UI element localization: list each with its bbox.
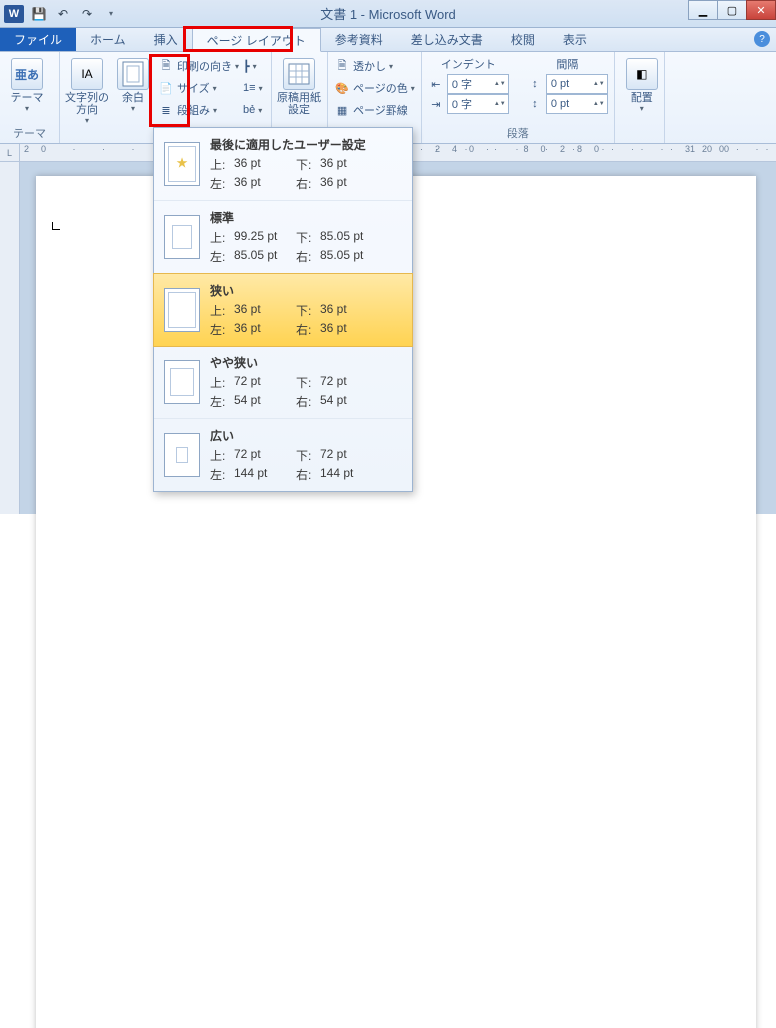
- group-arrange: ◧ 配置 ▾: [615, 52, 665, 143]
- preset-thumb-icon: [164, 142, 200, 186]
- tab-home[interactable]: ホーム: [76, 28, 140, 51]
- chevron-down-icon: ▾: [85, 116, 89, 125]
- margin-preset-narrow[interactable]: 狭い 上:36 pt 下:36 pt 左:36 pt 右:36 pt: [153, 273, 413, 347]
- redo-icon[interactable]: ↷: [76, 4, 98, 24]
- page-color-button[interactable]: 🎨ページの色 ▾: [334, 78, 415, 98]
- close-button[interactable]: ✕: [746, 0, 776, 20]
- window-title: 文書 1 - Microsoft Word: [320, 4, 456, 23]
- indent-heading: インデント: [428, 54, 509, 74]
- arrange-button[interactable]: ◧ 配置 ▾: [621, 54, 663, 113]
- manuscript-button[interactable]: 原稿用紙 設定: [278, 54, 320, 116]
- group-label-paragraph: 段落: [428, 125, 608, 143]
- hyphenation-button[interactable]: bẻ ▾: [243, 100, 265, 120]
- qat-customize-icon[interactable]: ▾: [100, 4, 122, 24]
- margin-preset-moderate[interactable]: やや狭い 上:72 pt 下:72 pt 左:54 pt 右:54 pt: [154, 346, 412, 419]
- spacing-heading: 間隔: [527, 54, 608, 74]
- ruler-corner: L: [0, 144, 20, 161]
- tab-view[interactable]: 表示: [549, 28, 601, 51]
- stepper-icon[interactable]: ▲▼: [494, 81, 504, 87]
- page-borders-button[interactable]: ▦ページ罫線: [334, 100, 415, 120]
- text-direction-icon: IA: [71, 58, 103, 90]
- watermark-button[interactable]: 🗎透かし ▾: [334, 56, 415, 76]
- maximize-button[interactable]: ▢: [717, 0, 747, 20]
- group-paragraph: インデント ⇤0 字▲▼ ⇥0 字▲▼ 間隔 ↕0 pt▲▼ ↕0 pt▲▼ 段…: [422, 52, 615, 143]
- preset-title: やや狭い: [210, 354, 402, 371]
- margin-preset-normal[interactable]: 標準 上:99.25 pt 下:85.05 pt 左:85.05 pt 右:85…: [154, 201, 412, 274]
- manuscript-icon: [283, 58, 315, 90]
- margins-icon: [117, 58, 149, 90]
- columns-button[interactable]: ≣段組み ▾: [158, 100, 239, 120]
- preset-title: 広い: [210, 427, 402, 444]
- indent-right-icon: ⇥: [428, 96, 444, 112]
- breaks-button[interactable]: ┣ ▾: [243, 56, 265, 76]
- preset-thumb-icon: [164, 288, 200, 332]
- tab-references[interactable]: 参考資料: [321, 28, 397, 51]
- line-numbers-button[interactable]: 1≡ ▾: [243, 78, 265, 98]
- word-app-icon: W: [4, 5, 24, 23]
- tab-insert[interactable]: 挿入: [140, 28, 192, 51]
- chevron-down-icon: ▾: [131, 104, 135, 113]
- chevron-down-icon: ▾: [640, 104, 644, 113]
- stepper-icon[interactable]: ▲▼: [593, 81, 603, 87]
- page-setup-small-commands: 🗎印刷の向き ▾ 📄サイズ ▾ ≣段組み ▾: [158, 54, 239, 125]
- size-icon: 📄: [158, 80, 174, 96]
- undo-icon[interactable]: ↶: [52, 4, 74, 24]
- preset-thumb-icon: [164, 433, 200, 477]
- space-after-input[interactable]: 0 pt▲▼: [546, 94, 608, 114]
- tab-page-layout[interactable]: ページ レイアウト: [192, 28, 321, 52]
- margin-preset-wide[interactable]: 広い 上:72 pt 下:72 pt 左:144 pt 右:144 pt: [154, 419, 412, 491]
- stepper-icon[interactable]: ▲▼: [494, 101, 504, 107]
- orientation-button[interactable]: 🗎印刷の向き ▾: [158, 56, 239, 76]
- margin-preset-last-custom[interactable]: 最後に適用したユーザー設定 上:36 pt 下:36 pt 左:36 pt 右:…: [154, 128, 412, 201]
- ribbon-tabs: ファイル ホーム 挿入 ページ レイアウト 参考資料 差し込み文書 校閲 表示 …: [0, 28, 776, 52]
- indent-right-input[interactable]: 0 字▲▼: [447, 94, 509, 114]
- chevron-down-icon: ▾: [25, 104, 29, 113]
- preset-thumb-icon: [164, 360, 200, 404]
- minimize-button[interactable]: ▁: [688, 0, 718, 20]
- group-themes: 亜あ テーマ ▾ テーマ: [0, 52, 60, 143]
- title-bar: W 💾 ↶ ↷ ▾ 文書 1 - Microsoft Word ▁ ▢ ✕: [0, 0, 776, 28]
- group-label-arrange: [621, 129, 658, 143]
- help-icon[interactable]: ?: [754, 31, 770, 47]
- preset-title: 標準: [210, 209, 402, 226]
- themes-button[interactable]: 亜あ テーマ ▾: [6, 54, 48, 113]
- themes-icon: 亜あ: [11, 58, 43, 90]
- tab-review[interactable]: 校閲: [497, 28, 549, 51]
- preset-title: 最後に適用したユーザー設定: [210, 136, 402, 153]
- margins-button[interactable]: 余白 ▾: [112, 54, 154, 125]
- save-icon[interactable]: 💾: [28, 4, 50, 24]
- page-border-icon: ▦: [334, 102, 350, 118]
- text-cursor-marker: [52, 222, 60, 230]
- ruler-right-marks: ·240· · ·280· · ·320· · ·360· · ·400· · …: [420, 144, 776, 154]
- columns-icon: ≣: [158, 102, 174, 118]
- window-controls: ▁ ▢ ✕: [689, 0, 776, 20]
- margins-dropdown-menu: 最後に適用したユーザー設定 上:36 pt 下:36 pt 左:36 pt 右:…: [153, 127, 413, 492]
- indent-left-input[interactable]: 0 字▲▼: [447, 74, 509, 94]
- vertical-ruler[interactable]: [0, 162, 20, 514]
- space-before-icon: ↕: [527, 76, 543, 92]
- arrange-icon: ◧: [626, 58, 658, 90]
- page-color-icon: 🎨: [334, 80, 350, 96]
- tab-file[interactable]: ファイル: [0, 28, 76, 51]
- quick-access-toolbar: 💾 ↶ ↷ ▾: [28, 4, 122, 24]
- space-after-icon: ↕: [527, 96, 543, 112]
- preset-thumb-icon: [164, 215, 200, 259]
- size-button[interactable]: 📄サイズ ▾: [158, 78, 239, 98]
- preset-title: 狭い: [210, 282, 402, 299]
- page-setup-extra: ┣ ▾ 1≡ ▾ bẻ ▾: [243, 54, 265, 125]
- group-label-themes: テーマ: [6, 125, 53, 143]
- text-direction-button[interactable]: IA 文字列の 方向 ▾: [66, 54, 108, 125]
- watermark-icon: 🗎: [334, 58, 350, 74]
- indent-left-icon: ⇤: [428, 76, 444, 92]
- tab-mailings[interactable]: 差し込み文書: [397, 28, 497, 51]
- stepper-icon[interactable]: ▲▼: [593, 101, 603, 107]
- space-before-input[interactable]: 0 pt▲▼: [546, 74, 608, 94]
- orientation-icon: 🗎: [158, 58, 174, 74]
